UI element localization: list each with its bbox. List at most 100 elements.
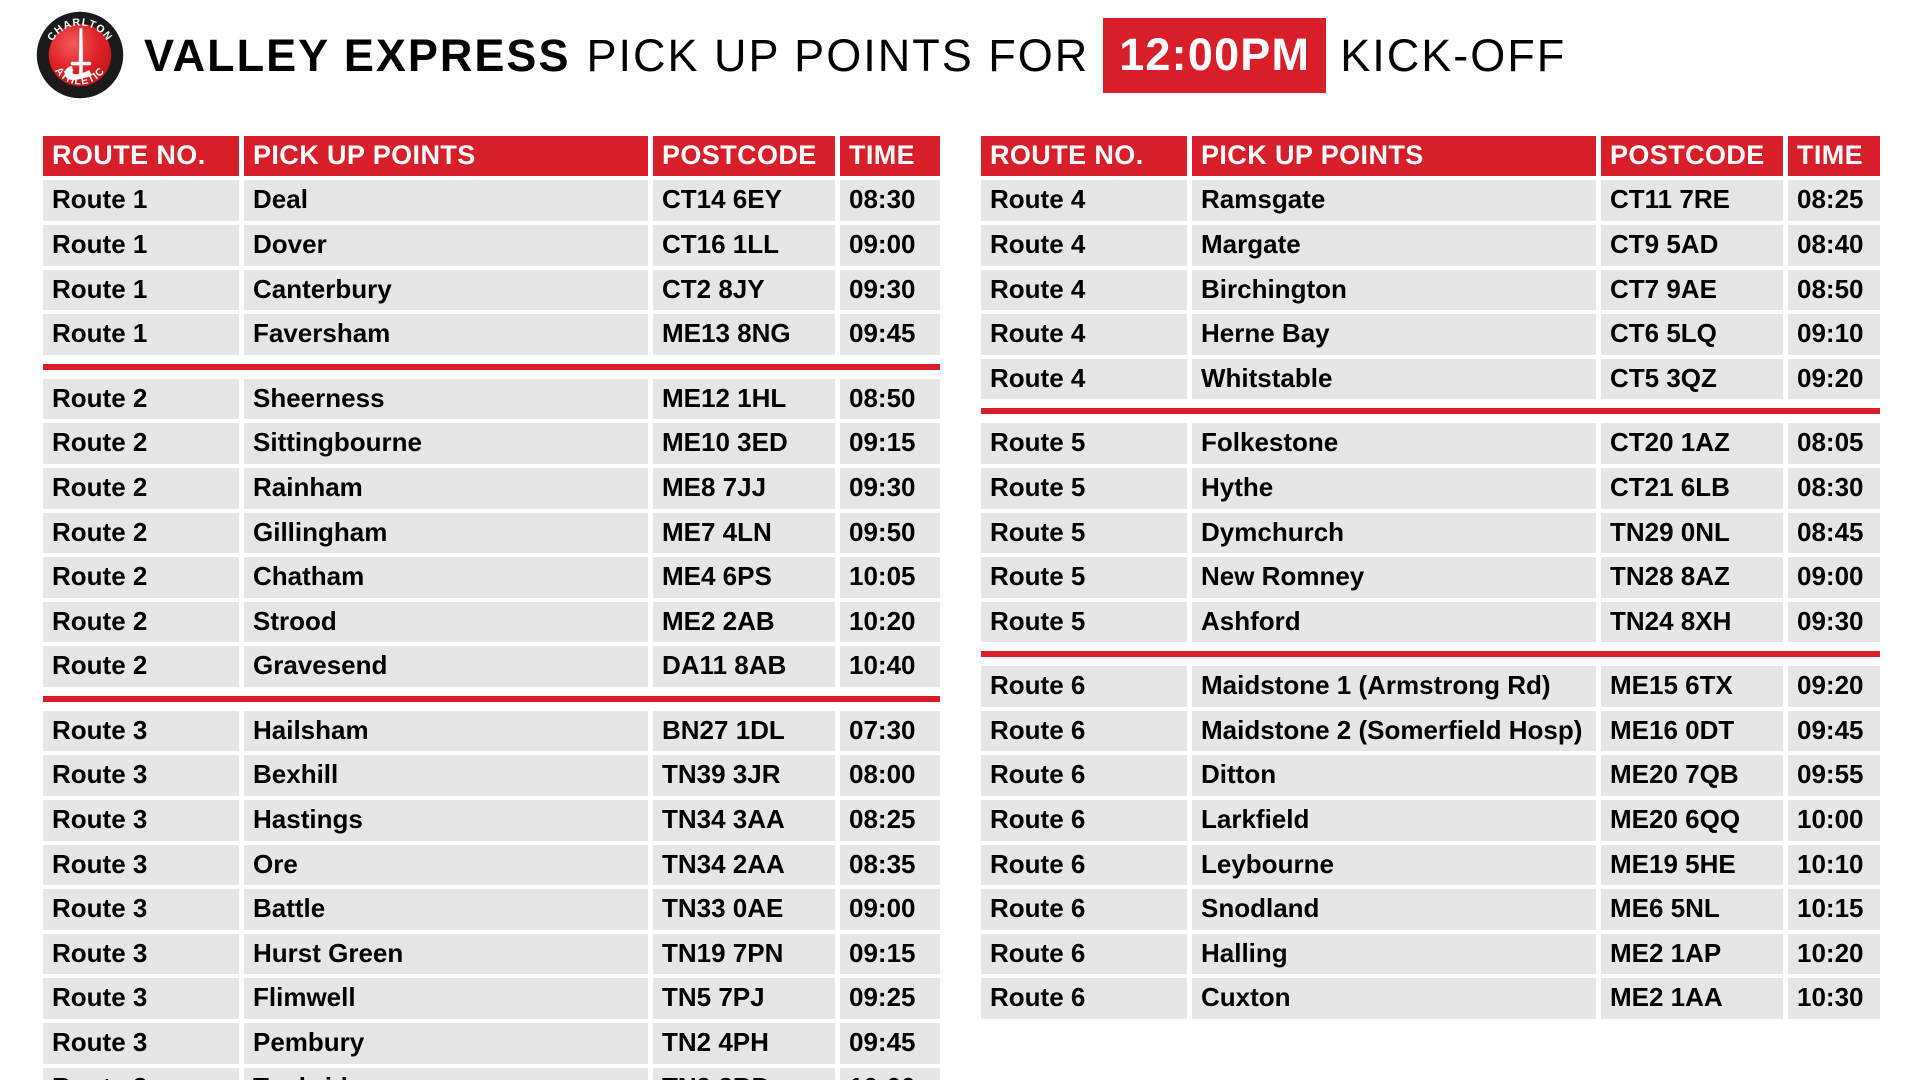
- row-postcode: CT16 1LL: [653, 224, 835, 266]
- table-row: Route 4 Ramsgate CT11 7RE 08:25: [981, 180, 1880, 221]
- table-row: Route 3 Hurst Green TN19 7PN 09:15: [43, 933, 940, 975]
- table-row: Route 5 Dymchurch TN29 0NL 08:45: [981, 512, 1880, 554]
- row-route-no: Route 4: [981, 180, 1187, 221]
- row-route-no: Route 4: [981, 224, 1187, 266]
- header-postcode: POSTCODE: [653, 136, 835, 177]
- table-row: Route 6 Ditton ME20 7QB 09:55: [981, 755, 1880, 797]
- row-postcode: ME13 8NG: [653, 314, 835, 355]
- row-time: 08:30: [1788, 467, 1880, 509]
- route-group-divider: [981, 646, 1880, 662]
- row-route-no: Route 3: [43, 1023, 239, 1064]
- row-time: 08:40: [1788, 224, 1880, 266]
- row-time: 09:15: [840, 933, 940, 975]
- divider-rule: [43, 691, 940, 707]
- row-route-no: Route 4: [981, 358, 1187, 400]
- row-postcode: ME20 7QB: [1601, 755, 1783, 797]
- row-postcode: ME20 6QQ: [1601, 800, 1783, 841]
- table-row: Route 6 Snodland ME6 5NL 10:15: [981, 889, 1880, 930]
- row-time: 09:20: [1788, 358, 1880, 400]
- row-route-no: Route 3: [43, 1067, 239, 1080]
- row-time: 08:25: [1788, 180, 1880, 221]
- table-header-row: ROUTE NO. PICK UP POINTS POSTCODE TIME: [43, 136, 940, 177]
- charlton-athletic-crest-icon: CHARLTON ATHLETIC: [34, 9, 126, 101]
- row-pick-up-point: Sittingbourne: [244, 423, 648, 464]
- table-row: Route 6 Leybourne ME19 5HE 10:10: [981, 844, 1880, 886]
- table-row: Route 3 Hastings TN34 3AA 08:25: [43, 800, 940, 841]
- row-route-no: Route 4: [981, 269, 1187, 311]
- route-group-divider: [43, 691, 940, 707]
- row-time: 10:30: [1788, 978, 1880, 1020]
- row-pick-up-point: Hythe: [1192, 467, 1596, 509]
- row-time: 08:30: [840, 180, 940, 221]
- row-time: 09:30: [840, 269, 940, 311]
- row-route-no: Route 2: [43, 601, 239, 643]
- row-postcode: ME10 3ED: [653, 423, 835, 464]
- valley-express-timetable-page: CHARLTON ATHLETIC VALLEY EXPRESS: [0, 0, 1920, 1080]
- row-time: 09:45: [840, 314, 940, 355]
- table-row: Route 1 Dover CT16 1LL 09:00: [43, 224, 940, 266]
- header-pick-up-points: PICK UP POINTS: [1192, 136, 1596, 177]
- table-row: Route 4 Whitstable CT5 3QZ 09:20: [981, 358, 1880, 400]
- row-time: 08:05: [1788, 423, 1880, 464]
- row-pick-up-point: Maidstone 2 (Somerfield Hosp): [1192, 710, 1596, 752]
- row-time: 08:00: [840, 755, 940, 797]
- table-row: Route 3 Battle TN33 0AE 09:00: [43, 889, 940, 930]
- row-pick-up-point: Tonbridge: [244, 1067, 648, 1080]
- row-pick-up-point: Herne Bay: [1192, 314, 1596, 355]
- row-route-no: Route 2: [43, 512, 239, 554]
- row-route-no: Route 6: [981, 666, 1187, 707]
- page-header: CHARLTON ATHLETIC VALLEY EXPRESS: [0, 0, 1920, 110]
- table-row: Route 2 Sittingbourne ME10 3ED 09:15: [43, 423, 940, 464]
- row-route-no: Route 2: [43, 646, 239, 687]
- row-route-no: Route 3: [43, 933, 239, 975]
- row-route-no: Route 5: [981, 601, 1187, 643]
- row-route-no: Route 2: [43, 557, 239, 598]
- title-pick-up-points-for: PICK UP POINTS FOR: [586, 29, 1090, 81]
- row-pick-up-point: Chatham: [244, 557, 648, 598]
- row-time: 07:30: [840, 710, 940, 752]
- row-time: 10:20: [1788, 933, 1880, 975]
- row-route-no: Route 1: [43, 180, 239, 221]
- row-route-no: Route 6: [981, 755, 1187, 797]
- row-postcode: ME19 5HE: [1601, 844, 1783, 886]
- row-postcode: ME2 1AP: [1601, 933, 1783, 975]
- table-row: Route 4 Birchington CT7 9AE 08:50: [981, 269, 1880, 311]
- row-pick-up-point: Pembury: [244, 1023, 648, 1064]
- row-pick-up-point: Birchington: [1192, 269, 1596, 311]
- row-pick-up-point: Snodland: [1192, 889, 1596, 930]
- row-pick-up-point: Battle: [244, 889, 648, 930]
- row-route-no: Route 2: [43, 378, 239, 420]
- table-row: Route 2 Rainham ME8 7JJ 09:30: [43, 467, 940, 509]
- row-postcode: TN34 3AA: [653, 800, 835, 841]
- row-route-no: Route 6: [981, 710, 1187, 752]
- row-pick-up-point: Flimwell: [244, 978, 648, 1020]
- row-route-no: Route 3: [43, 755, 239, 797]
- table-row: Route 3 Bexhill TN39 3JR 08:00: [43, 755, 940, 797]
- row-time: 10:40: [840, 646, 940, 687]
- row-route-no: Route 4: [981, 314, 1187, 355]
- table-row: Route 2 Gillingham ME7 4LN 09:50: [43, 512, 940, 554]
- row-postcode: CT6 5LQ: [1601, 314, 1783, 355]
- row-route-no: Route 5: [981, 512, 1187, 554]
- row-postcode: TN33 0AE: [653, 889, 835, 930]
- row-time: 09:00: [1788, 557, 1880, 598]
- row-pick-up-point: Leybourne: [1192, 844, 1596, 886]
- row-postcode: CT9 5AD: [1601, 224, 1783, 266]
- row-route-no: Route 3: [43, 710, 239, 752]
- row-time: 09:30: [1788, 601, 1880, 643]
- row-pick-up-point: Dymchurch: [1192, 512, 1596, 554]
- row-postcode: DA11 8AB: [653, 646, 835, 687]
- header-pick-up-points: PICK UP POINTS: [244, 136, 648, 177]
- row-pick-up-point: Margate: [1192, 224, 1596, 266]
- timetable-area: ROUTE NO. PICK UP POINTS POSTCODE TIME R…: [0, 132, 1920, 1080]
- row-time: 08:50: [840, 378, 940, 420]
- table-row: Route 5 Ashford TN24 8XH 09:30: [981, 601, 1880, 643]
- row-time: 10:00: [1788, 800, 1880, 841]
- table-row: Route 5 Folkestone CT20 1AZ 08:05: [981, 423, 1880, 464]
- row-route-no: Route 5: [981, 423, 1187, 464]
- table-row: Route 2 Strood ME2 2AB 10:20: [43, 601, 940, 643]
- row-postcode: ME4 6PS: [653, 557, 835, 598]
- routes-1-3-table: ROUTE NO. PICK UP POINTS POSTCODE TIME R…: [38, 132, 945, 1080]
- row-postcode: TN19 7PN: [653, 933, 835, 975]
- row-pick-up-point: Halling: [1192, 933, 1596, 975]
